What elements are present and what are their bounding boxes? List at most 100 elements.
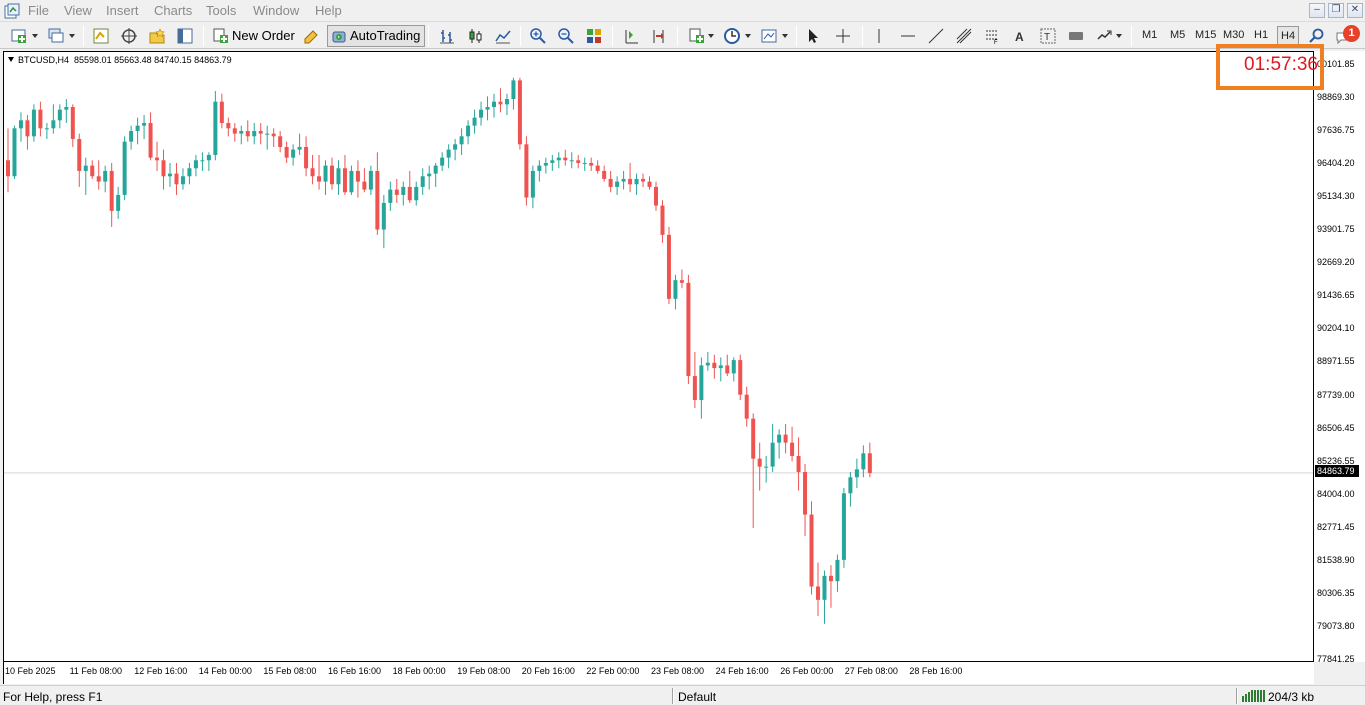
profiles-dropdown-icon[interactable] [69, 34, 75, 38]
candlesticks-icon[interactable] [466, 27, 484, 45]
timeframe-h1[interactable]: H1 [1254, 29, 1268, 41]
candle-body [796, 455, 801, 472]
candle-body [271, 133, 276, 137]
minimize-icon[interactable]: – [1309, 3, 1325, 18]
candle-body [407, 186, 412, 201]
price-axis: 00101.85 98869.30 97636.75 96404.20 95134.30… [1314, 51, 1365, 664]
candle-body [258, 130, 263, 134]
fibonacci-icon[interactable]: F [983, 27, 1001, 45]
rectangle-label-icon[interactable] [1067, 27, 1085, 45]
new-chart-icon[interactable] [10, 27, 28, 45]
profiles-icon[interactable] [47, 27, 65, 45]
favorites-icon[interactable] [148, 27, 166, 45]
candle-body [647, 181, 652, 187]
time-label: 24 Feb 16:00 [715, 666, 769, 676]
autotrading-button[interactable]: AutoTrading [327, 25, 426, 47]
templates-icon[interactable] [760, 27, 778, 45]
chart-area[interactable]: BTCUSD,H4 85598.01 85663.48 84740.15 848… [3, 51, 1314, 662]
menu-insert[interactable]: Insert [106, 3, 139, 18]
candle-body [816, 586, 820, 600]
candle-body [77, 138, 82, 171]
candle-body [12, 128, 17, 177]
candle-body [835, 559, 840, 582]
indicators-dropdown-icon[interactable] [708, 34, 714, 38]
candle-body [388, 189, 393, 203]
templates-dropdown-icon[interactable] [782, 34, 788, 38]
metaeditor-icon[interactable] [302, 27, 320, 45]
navigator-icon[interactable] [120, 27, 138, 45]
close-icon[interactable]: ✕ [1347, 3, 1363, 18]
app-icon[interactable] [4, 3, 20, 19]
periods-dropdown-icon[interactable] [745, 34, 751, 38]
crosshair-icon[interactable] [834, 27, 852, 45]
menu-tools[interactable]: Tools [206, 3, 236, 18]
candle-body [330, 165, 334, 185]
symbol-info: BTCUSD,H4 85598.01 85663.48 84740.15 848… [8, 55, 232, 65]
zoom-out-icon[interactable] [557, 27, 575, 45]
candle-body [187, 168, 192, 177]
notification-badge[interactable]: 1 [1343, 25, 1360, 42]
indicators-icon[interactable] [688, 27, 706, 45]
menu-help[interactable]: Help [315, 3, 342, 18]
price-label: 81538.90 [1317, 554, 1355, 565]
timeframe-m1[interactable]: M1 [1142, 29, 1157, 41]
time-axis: 10 Feb 2025 11 Feb 08:00 12 Feb 16:00 14 Fe… [3, 662, 1314, 684]
timeframe-m15[interactable]: M15 [1195, 29, 1216, 41]
candle-body [686, 282, 691, 377]
market-watch-icon[interactable] [92, 27, 110, 45]
bar-chart-icon[interactable] [438, 27, 456, 45]
candle-body [498, 101, 503, 105]
menu-bar: File View Insert Charts Tools Window Hel… [0, 0, 1365, 22]
candle-body [524, 144, 529, 198]
candle-body [414, 186, 419, 201]
trendline-icon[interactable] [927, 27, 945, 45]
candle-body [38, 109, 43, 129]
timeframe-h4[interactable]: H4 [1277, 26, 1300, 46]
menu-window[interactable]: Window [253, 3, 299, 18]
menu-file[interactable]: File [28, 3, 49, 18]
price-label: 82771.45 [1317, 521, 1355, 532]
text-icon[interactable]: A [1011, 27, 1029, 45]
cursor-icon[interactable] [804, 27, 822, 45]
equidistant-channel-icon[interactable] [955, 27, 973, 45]
timeframe-m30[interactable]: M30 [1223, 29, 1244, 41]
chart-shift-icon[interactable] [650, 27, 668, 45]
price-label: 97636.75 [1317, 125, 1355, 136]
price-label: 86506.45 [1317, 422, 1355, 433]
auto-scroll-icon[interactable] [622, 27, 640, 45]
menu-charts[interactable]: Charts [154, 3, 192, 18]
candle-body [232, 128, 237, 134]
search-icon[interactable] [1308, 27, 1326, 45]
tile-windows-icon[interactable] [585, 27, 603, 45]
text-label-icon[interactable]: T [1039, 27, 1057, 45]
terminal-icon[interactable] [176, 27, 194, 45]
arrows-dropdown-icon[interactable] [1116, 34, 1122, 38]
new-order-button[interactable]: New Order [209, 25, 300, 47]
candle-body [200, 160, 205, 162]
candle-body [621, 178, 626, 182]
horizontal-line-icon[interactable] [899, 27, 917, 45]
candle-body [427, 173, 432, 177]
candle-body [459, 136, 464, 145]
timeframe-m5[interactable]: M5 [1170, 29, 1185, 41]
collapse-arrow-icon[interactable] [8, 57, 14, 62]
candle-body [757, 458, 762, 467]
new-chart-dropdown-icon[interactable] [32, 34, 38, 38]
symbol-name: BTCUSD,H4 [18, 55, 70, 65]
candle-body [582, 162, 587, 164]
candle-body [556, 157, 561, 161]
candle-body [193, 160, 198, 169]
candle-body [122, 141, 127, 195]
line-chart-icon[interactable] [494, 27, 512, 45]
menu-view[interactable]: View [64, 3, 92, 18]
candle-body [511, 80, 516, 100]
restore-icon[interactable]: ❐ [1328, 3, 1344, 18]
traffic-text: 204/3 kb [1268, 690, 1315, 704]
time-label: 22 Feb 00:00 [586, 666, 640, 676]
vertical-line-icon[interactable] [870, 27, 888, 45]
periods-icon[interactable] [723, 27, 741, 45]
candle-body [485, 107, 490, 110]
candle-body [174, 173, 179, 185]
zoom-in-icon[interactable] [529, 27, 547, 45]
arrows-icon[interactable] [1095, 27, 1113, 45]
